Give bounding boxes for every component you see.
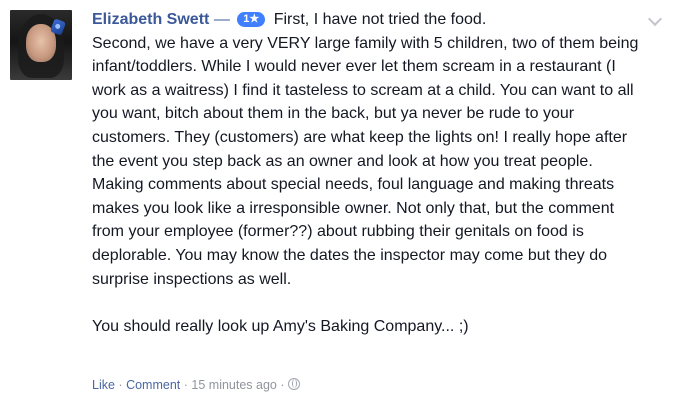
chevron-down-icon[interactable]	[647, 11, 663, 27]
author-separator: —	[213, 11, 230, 28]
meta-dot: ·	[118, 378, 123, 392]
globe-icon	[288, 378, 301, 390]
comment-text: First, I have not tried the food. Second…	[92, 11, 639, 335]
rating-badge: 1★	[237, 12, 266, 27]
avatar[interactable]	[10, 10, 72, 80]
comment-actions: Like · Comment · 15 minutes ago ·	[92, 378, 301, 392]
comment-content: Elizabeth Swett — 1★ First, I have not t…	[92, 8, 642, 338]
meta-dot: ·	[280, 378, 285, 392]
meta-dot: ·	[183, 378, 188, 392]
comment-header-line: Elizabeth Swett — 1★ First, I have not t…	[92, 8, 642, 338]
comment-post: Elizabeth Swett — 1★ First, I have not t…	[0, 0, 676, 401]
author-name[interactable]: Elizabeth Swett	[92, 11, 209, 28]
comment-link[interactable]: Comment	[126, 378, 180, 392]
timestamp[interactable]: 15 minutes ago	[191, 378, 276, 392]
like-link[interactable]: Like	[92, 378, 115, 392]
